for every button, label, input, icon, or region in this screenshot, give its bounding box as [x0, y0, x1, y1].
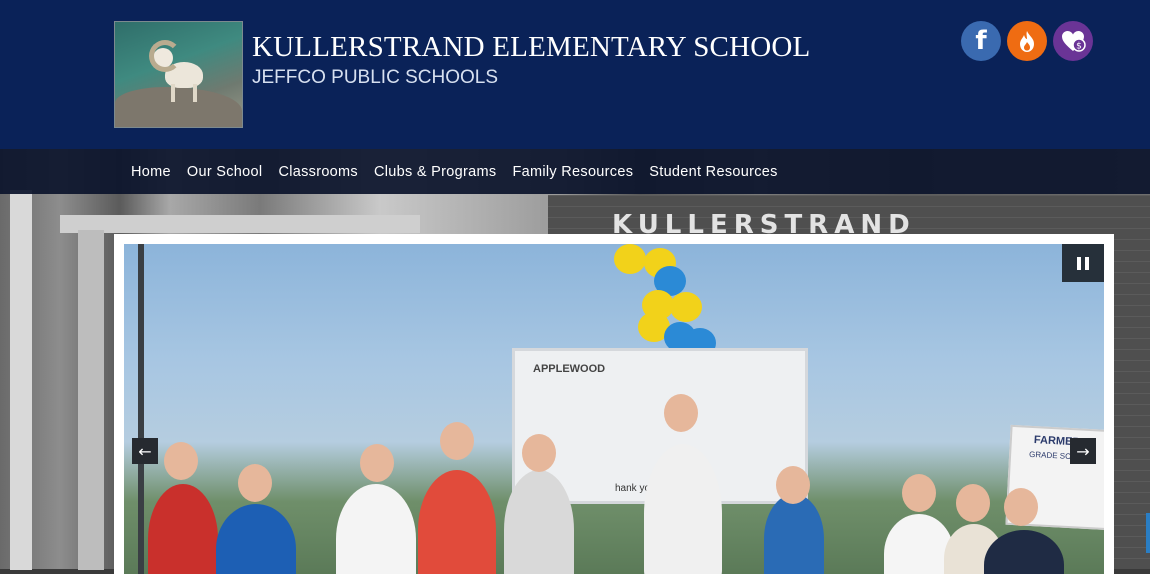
person-head [902, 474, 936, 512]
person [336, 484, 416, 574]
slide-photo-students-celebrating: APPLEWOOD hank you FARMER GRADE SCHOOL [124, 244, 1104, 574]
slideshow: APPLEWOOD hank you FARMER GRADE SCHOOL ← [114, 234, 1114, 574]
nav-item-student-resources[interactable]: Student Resources [641, 149, 785, 194]
pause-icon [1085, 256, 1089, 270]
site-subtitle: JEFFCO PUBLIC SCHOOLS [252, 67, 498, 88]
balloon [670, 292, 702, 322]
person-head [238, 464, 272, 502]
slideshow-next-button[interactable]: → [1070, 438, 1096, 464]
balloon [614, 244, 646, 274]
heart-dollar-glyph: $ [1062, 31, 1086, 52]
site-header: KULLERSTRAND ELEMENTARY SCHOOL JEFFCO PU… [0, 0, 1150, 149]
side-edge-tab[interactable] [1146, 513, 1150, 553]
slideshow-pause-button[interactable] [1062, 244, 1104, 282]
donate-heart-icon[interactable]: $ [1053, 21, 1093, 61]
person [644, 444, 722, 574]
arrow-right-icon: → [1076, 441, 1090, 461]
facebook-glyph: f [975, 26, 987, 56]
person [216, 504, 296, 574]
main-navigation: Home Our School Classrooms Clubs & Progr… [0, 149, 1150, 194]
arrow-left-icon: ← [138, 441, 152, 461]
person-head [776, 466, 810, 504]
facebook-icon[interactable]: f [961, 21, 1001, 61]
svg-text:$: $ [1076, 42, 1082, 52]
logo-rock [115, 87, 242, 127]
site-title[interactable]: KULLERSTRAND ELEMENTARY SCHOOL [252, 31, 810, 64]
person-head [956, 484, 990, 522]
person [148, 484, 218, 574]
person [764, 494, 824, 574]
person-head [1004, 488, 1038, 526]
person-head [522, 434, 556, 472]
logo-ram-leg [193, 84, 197, 102]
flame-icon[interactable] [1007, 21, 1047, 61]
logo-ram-leg [171, 84, 175, 102]
nav-item-clubs-programs[interactable]: Clubs & Programs [366, 149, 504, 194]
person [418, 470, 496, 574]
nav-item-home[interactable]: Home [123, 149, 179, 194]
person-head [664, 394, 698, 432]
ram-logo[interactable] [114, 21, 243, 128]
photo-pole [138, 244, 144, 574]
background-post [10, 190, 32, 570]
person-head [440, 422, 474, 460]
nav-item-family-resources[interactable]: Family Resources [504, 149, 641, 194]
banner-sponsor-text: APPLEWOOD [533, 363, 606, 375]
flame-glyph [1020, 31, 1034, 52]
pause-icon [1077, 256, 1081, 270]
logo-ram-horn [149, 40, 181, 72]
person-head [360, 444, 394, 482]
slideshow-prev-button[interactable]: ← [132, 438, 158, 464]
nav-item-classrooms[interactable]: Classrooms [270, 149, 366, 194]
person-head [164, 442, 198, 480]
background-canopy [60, 215, 420, 233]
background-post [78, 230, 104, 570]
nav-item-our-school[interactable]: Our School [179, 149, 271, 194]
